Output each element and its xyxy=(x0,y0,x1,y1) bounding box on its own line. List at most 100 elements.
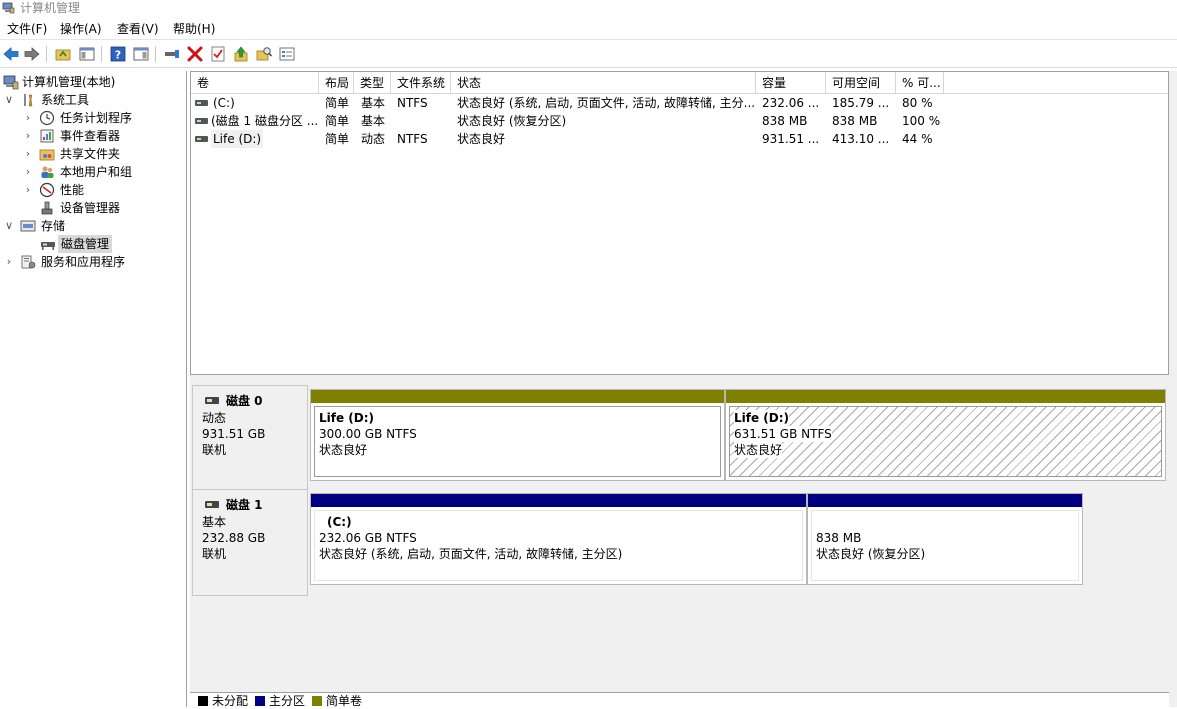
list-view-icon[interactable] xyxy=(278,45,296,63)
delete-icon[interactable] xyxy=(186,45,204,63)
connect-icon[interactable] xyxy=(163,45,181,63)
column-header-volume[interactable]: 卷 xyxy=(191,72,319,94)
forward-arrow-icon[interactable] xyxy=(23,45,41,63)
column-header-capacity[interactable]: 容量 xyxy=(756,72,826,94)
partition-disk1-recovery[interactable]: 838 MB 状态良好 (恢复分区) xyxy=(807,493,1083,585)
disk-row-1: 磁盘 1 基本 232.88 GB 联机 (C:) 232.06 GB NTFS… xyxy=(190,489,1169,596)
cell-type: 基本 xyxy=(361,114,386,128)
disk-row-0: 磁盘 0 动态 931.51 GB 联机 Life (D:) 300.00 GB… xyxy=(190,385,1169,492)
table-row[interactable]: (磁盘 1 磁盘分区 ... 简单 基本 状态良好 (恢复分区) 838 MB … xyxy=(191,112,1168,130)
disk-state: 联机 xyxy=(202,443,227,457)
menu-action[interactable]: 操作(A) xyxy=(58,21,104,37)
legend: 未分配 主分区 简单卷 xyxy=(190,692,1169,708)
table-row[interactable]: Life (D:) 简单 动态 NTFS 状态良好 931.51 ... 413… xyxy=(191,130,1168,148)
disk-state: 联机 xyxy=(202,547,227,561)
partition-disk0-1[interactable]: Life (D:) 300.00 GB NTFS 状态良好 xyxy=(310,389,725,481)
chevron-right-icon[interactable]: › xyxy=(22,127,34,145)
cell-volume: (磁盘 1 磁盘分区 ... xyxy=(211,114,317,128)
column-header-status[interactable]: 状态 xyxy=(451,72,756,94)
tree-label: 本地用户和组 xyxy=(60,165,133,179)
disk-name: 磁盘 0 xyxy=(226,394,263,408)
disk-kind: 基本 xyxy=(202,515,227,529)
shared-folder-icon xyxy=(39,146,55,162)
partition-status: 状态良好 xyxy=(734,442,783,458)
cell-percent-free: 80 % xyxy=(902,96,933,110)
show-action-pane-icon[interactable] xyxy=(132,45,150,63)
properties-check-icon[interactable] xyxy=(209,45,227,63)
performance-icon xyxy=(39,182,55,198)
menu-view[interactable]: 查看(V) xyxy=(115,21,161,37)
back-arrow-icon[interactable] xyxy=(2,45,20,63)
menu-help[interactable]: 帮助(H) xyxy=(171,21,217,37)
disk-1-label[interactable]: 磁盘 1 基本 232.88 GB 联机 xyxy=(192,489,308,596)
tools-icon xyxy=(20,92,36,108)
cell-percent-free: 100 % xyxy=(902,114,941,128)
chevron-down-icon[interactable]: ∨ xyxy=(3,217,15,235)
search-folder-icon[interactable] xyxy=(255,45,273,63)
chevron-right-icon[interactable]: › xyxy=(3,253,15,271)
volume-icon xyxy=(195,136,208,142)
partition-size: 631.51 GB NTFS xyxy=(734,426,832,442)
partition-body: Life (D:) 631.51 GB NTFS 状态良好 xyxy=(729,406,1162,477)
chevron-right-icon[interactable]: › xyxy=(22,163,34,181)
disk-name: 磁盘 1 xyxy=(226,498,263,512)
chevron-right-icon[interactable]: › xyxy=(22,181,34,199)
volume-icon xyxy=(195,100,208,106)
column-header-filesystem[interactable]: 文件系统 xyxy=(391,72,451,94)
tree-item-storage[interactable]: ∨ 存储 xyxy=(0,217,187,235)
tree-item-performance[interactable]: › 性能 xyxy=(0,181,187,199)
partition-color-bar xyxy=(808,494,1082,507)
tree-item-services-apps[interactable]: › 服务和应用程序 xyxy=(0,253,187,271)
storage-icon xyxy=(20,218,36,234)
table-row[interactable]: (C:) 简单 基本 NTFS 状态良好 (系统, 启动, 页面文件, 活动, … xyxy=(191,94,1168,112)
column-header-type[interactable]: 类型 xyxy=(354,72,391,94)
tree-label: 性能 xyxy=(60,183,85,197)
export-up-arrow-icon[interactable] xyxy=(232,45,250,63)
partition-disk1-c[interactable]: (C:) 232.06 GB NTFS 状态良好 (系统, 启动, 页面文件, … xyxy=(310,493,807,585)
tree-item-device-manager[interactable]: 设备管理器 xyxy=(0,199,187,217)
column-header-percent-free[interactable]: % 可... xyxy=(896,72,944,94)
show-hide-console-tree-icon[interactable] xyxy=(78,45,96,63)
partition-title: (C:) xyxy=(327,515,352,529)
cell-capacity: 838 MB xyxy=(762,114,808,128)
device-manager-icon xyxy=(39,200,55,216)
disk-size: 232.88 GB xyxy=(202,531,266,545)
disk-map: 磁盘 0 动态 931.51 GB 联机 Life (D:) 300.00 GB… xyxy=(190,379,1169,696)
disk-0-label[interactable]: 磁盘 0 动态 931.51 GB 联机 xyxy=(192,385,308,492)
window-title: 计算机管理 xyxy=(20,1,81,15)
tree-item-event-viewer[interactable]: › 事件查看器 xyxy=(0,127,187,145)
tree-item-root[interactable]: 计算机管理(本地) xyxy=(0,73,187,91)
help-icon[interactable]: ? xyxy=(109,45,127,63)
tree-item-shared-folders[interactable]: › 共享文件夹 xyxy=(0,145,187,163)
partition-disk0-2[interactable]: Life (D:) 631.51 GB NTFS 状态良好 xyxy=(725,389,1166,481)
partition-size: 300.00 GB NTFS xyxy=(319,427,417,441)
chevron-right-icon[interactable]: › xyxy=(22,109,34,127)
up-folder-icon[interactable] xyxy=(54,45,72,63)
chevron-down-icon[interactable]: ∨ xyxy=(3,91,15,109)
partition-body: 838 MB 状态良好 (恢复分区) xyxy=(811,510,1079,581)
disk-size: 931.51 GB xyxy=(202,427,266,441)
window-title-bar: 计算机管理 xyxy=(0,0,1177,17)
cell-filesystem: NTFS xyxy=(397,96,428,110)
partition-status: 状态良好 (系统, 启动, 页面文件, 活动, 故障转储, 主分区) xyxy=(319,547,623,561)
cell-layout: 简单 xyxy=(325,114,350,128)
clock-icon xyxy=(39,110,55,126)
tree-item-disk-management[interactable]: 磁盘管理 xyxy=(0,235,187,253)
computer-management-icon xyxy=(3,74,19,90)
tree-item-system-tools[interactable]: ∨ 系统工具 xyxy=(0,91,187,109)
cell-layout: 简单 xyxy=(325,96,350,110)
column-header-layout[interactable]: 布局 xyxy=(319,72,354,94)
tree-label: 事件查看器 xyxy=(60,129,121,143)
tree-item-task-scheduler[interactable]: › 任务计划程序 xyxy=(0,109,187,127)
tree-label: 磁盘管理 xyxy=(58,235,113,253)
users-icon xyxy=(39,164,55,180)
tree-item-local-users[interactable]: › 本地用户和组 xyxy=(0,163,187,181)
legend-swatch-unallocated xyxy=(198,696,208,706)
menu-file[interactable]: 文件(F) xyxy=(5,21,49,37)
partition-body: (C:) 232.06 GB NTFS 状态良好 (系统, 启动, 页面文件, … xyxy=(314,510,803,581)
cell-filesystem xyxy=(397,112,451,130)
column-header-filler xyxy=(944,72,1168,94)
column-header-free-space[interactable]: 可用空间 xyxy=(826,72,896,94)
tree-label: 存储 xyxy=(41,219,66,233)
chevron-right-icon[interactable]: › xyxy=(22,145,34,163)
